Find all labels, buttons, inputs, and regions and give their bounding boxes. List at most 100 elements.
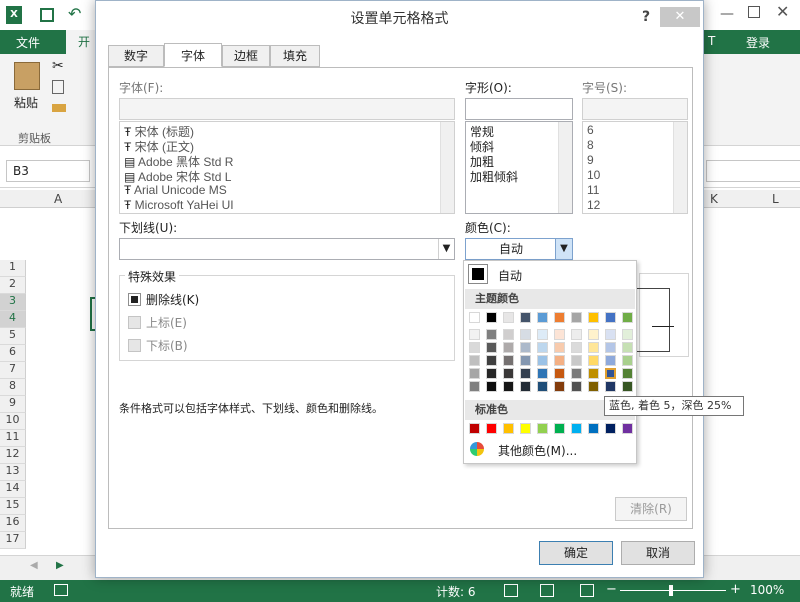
row-header[interactable]: 9 <box>0 396 26 413</box>
theme-shade-swatch[interactable] <box>554 381 565 392</box>
clear-button[interactable]: 清除(R) <box>615 497 687 521</box>
color-dropdown-icon[interactable]: ▼ <box>555 239 572 259</box>
theme-shade-swatch[interactable] <box>588 355 599 366</box>
close-icon[interactable]: ✕ <box>776 2 789 21</box>
theme-shade-swatch[interactable] <box>554 342 565 353</box>
restore-icon[interactable] <box>748 6 760 18</box>
row-header[interactable]: 17 <box>0 532 26 549</box>
dialog-close-button[interactable]: ✕ <box>660 7 700 27</box>
row-header[interactable]: 4 <box>0 311 26 328</box>
font-list-scrollbar[interactable] <box>440 122 454 213</box>
font-list[interactable]: Ŧ 宋体 (标题) Ŧ 宋体 (正文) ▤ Adobe 黑体 Std R ▤ Adob… <box>119 121 455 214</box>
theme-color-swatch[interactable] <box>588 312 599 323</box>
zoom-slider[interactable] <box>620 590 726 591</box>
theme-shade-swatch[interactable] <box>503 355 514 366</box>
size-input[interactable] <box>582 98 688 120</box>
theme-shade-swatch[interactable] <box>622 368 633 379</box>
format-painter-icon[interactable] <box>52 104 66 112</box>
superscript-checkbox[interactable] <box>128 316 141 329</box>
theme-shade-swatch[interactable] <box>588 381 599 392</box>
standard-color-swatch[interactable] <box>605 423 616 434</box>
size-list-scrollbar[interactable] <box>673 122 687 213</box>
theme-color-swatch[interactable] <box>486 312 497 323</box>
theme-shade-swatch[interactable] <box>537 342 548 353</box>
size-list-item[interactable]: 10 <box>587 168 600 182</box>
theme-shade-swatch[interactable] <box>588 342 599 353</box>
row-header[interactable]: 16 <box>0 515 26 532</box>
prev-sheet-icon[interactable]: ◀ <box>30 560 38 571</box>
more-colors-option[interactable]: 其他颜色(M)... <box>498 442 577 459</box>
undo-icon[interactable]: ↶ <box>68 4 81 23</box>
standard-color-swatch[interactable] <box>554 423 565 434</box>
paste-icon[interactable] <box>14 62 40 90</box>
row-header[interactable]: 8 <box>0 379 26 396</box>
theme-shade-swatch[interactable] <box>503 381 514 392</box>
copy-icon[interactable] <box>52 80 64 94</box>
subscript-checkbox[interactable] <box>128 339 141 352</box>
theme-shade-swatch[interactable] <box>554 368 565 379</box>
standard-color-swatch[interactable] <box>520 423 531 434</box>
size-list-item[interactable]: 12 <box>587 198 600 212</box>
zoom-slider-thumb[interactable] <box>669 585 673 596</box>
theme-shade-swatch[interactable] <box>469 368 480 379</box>
zoom-out-icon[interactable]: − <box>606 582 617 597</box>
standard-color-swatch[interactable] <box>537 423 548 434</box>
row-header[interactable]: 2 <box>0 277 26 294</box>
theme-shade-swatch[interactable] <box>605 381 616 392</box>
size-list-item[interactable]: 8 <box>587 138 594 152</box>
theme-shade-swatch[interactable] <box>503 329 514 340</box>
font-input[interactable] <box>119 98 455 120</box>
zoom-level[interactable]: 100% <box>750 583 784 597</box>
theme-shade-swatch[interactable] <box>520 355 531 366</box>
theme-shade-swatch[interactable] <box>571 368 582 379</box>
auto-color-swatch[interactable] <box>468 264 488 284</box>
more-colors-icon[interactable] <box>470 442 484 456</box>
theme-shade-swatch[interactable] <box>486 381 497 392</box>
theme-color-swatch[interactable] <box>605 312 616 323</box>
theme-shade-swatch[interactable] <box>520 381 531 392</box>
normal-view-icon[interactable] <box>504 584 518 597</box>
auto-color-option[interactable]: 自动 <box>498 267 522 284</box>
name-box[interactable]: B3 <box>6 160 90 182</box>
tab-fill[interactable]: 填充 <box>270 45 320 67</box>
next-sheet-icon[interactable]: ▶ <box>56 560 64 571</box>
tab-partial[interactable]: T <box>708 34 715 48</box>
theme-shade-swatch[interactable] <box>622 381 633 392</box>
theme-shade-swatch[interactable] <box>554 355 565 366</box>
superscript-label[interactable]: 上标(E) <box>146 314 187 331</box>
theme-color-swatch[interactable] <box>554 312 565 323</box>
row-header[interactable]: 14 <box>0 481 26 498</box>
formula-input[interactable] <box>706 160 800 182</box>
theme-shade-swatch[interactable] <box>469 329 480 340</box>
theme-shade-swatch[interactable] <box>537 355 548 366</box>
theme-shade-swatch[interactable] <box>537 381 548 392</box>
col-header-l[interactable]: L <box>772 192 779 206</box>
row-header[interactable]: 5 <box>0 328 26 345</box>
macro-record-icon[interactable] <box>54 584 68 596</box>
theme-shade-swatch[interactable] <box>537 368 548 379</box>
theme-shade-swatch[interactable] <box>520 342 531 353</box>
theme-shade-swatch[interactable] <box>605 329 616 340</box>
theme-color-swatch[interactable] <box>503 312 514 323</box>
strikethrough-label[interactable]: 删除线(K) <box>146 291 199 308</box>
theme-color-swatch[interactable] <box>622 312 633 323</box>
standard-color-swatch[interactable] <box>622 423 633 434</box>
style-list[interactable]: 常规 倾斜 加粗 加粗倾斜 <box>465 121 573 214</box>
page-layout-icon[interactable] <box>540 584 554 597</box>
row-header[interactable]: 3 <box>0 294 26 311</box>
row-header[interactable]: 7 <box>0 362 26 379</box>
tab-number[interactable]: 数字 <box>108 45 164 67</box>
row-header[interactable]: 6 <box>0 345 26 362</box>
theme-shade-swatch[interactable] <box>486 368 497 379</box>
size-list-item[interactable]: 11 <box>587 183 599 197</box>
standard-color-swatch[interactable] <box>469 423 480 434</box>
theme-shade-swatch[interactable] <box>537 329 548 340</box>
theme-shade-swatch[interactable] <box>486 329 497 340</box>
theme-shade-swatch[interactable] <box>605 355 616 366</box>
theme-color-swatch[interactable] <box>571 312 582 323</box>
cut-icon[interactable]: ✂ <box>52 58 64 74</box>
font-list-item[interactable]: Ŧ Arial Unicode MS <box>124 183 227 197</box>
page-break-icon[interactable] <box>580 584 594 597</box>
row-header[interactable]: 12 <box>0 447 26 464</box>
theme-shade-swatch[interactable] <box>520 329 531 340</box>
